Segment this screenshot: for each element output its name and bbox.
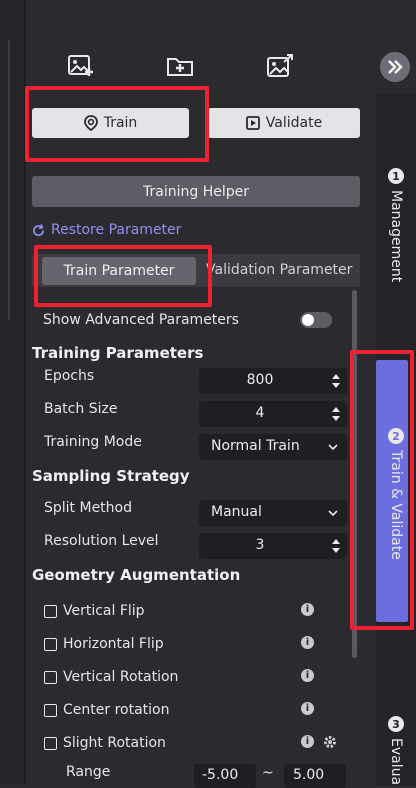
resolution-level-value: 3 xyxy=(255,537,265,553)
gear-icon[interactable] xyxy=(322,734,338,750)
spin-arrows-icon[interactable] xyxy=(331,405,341,423)
split-method-select[interactable]: Manual xyxy=(199,500,347,526)
sampling-strategy-heading: Sampling Strategy xyxy=(32,467,190,485)
expand-panel-button[interactable] xyxy=(380,52,410,82)
spin-arrows-icon[interactable] xyxy=(331,537,341,555)
range-max-input[interactable]: 5.00 xyxy=(284,764,346,788)
horizontal-flip-checkbox[interactable] xyxy=(44,638,57,651)
rail-item-evaluation[interactable]: 3 Evalua xyxy=(376,716,416,785)
range-max-value: 5.00 xyxy=(293,767,325,783)
training-mode-value: Normal Train xyxy=(211,438,300,454)
training-mode-label: Training Mode xyxy=(44,434,142,450)
rail-label: Evalua xyxy=(388,738,404,786)
slight-rotation-checkbox[interactable] xyxy=(44,737,57,750)
tab-label: Validation Parameter xyxy=(206,262,353,278)
resolution-level-label: Resolution Level xyxy=(44,533,159,549)
training-parameters-heading: Training Parameters xyxy=(32,344,204,362)
validate-mode-label: Validate xyxy=(265,115,323,131)
highlight-box-train-validate xyxy=(350,350,414,630)
refresh-icon xyxy=(33,223,44,236)
double-chevron-right-icon xyxy=(388,60,403,74)
highlight-box-train-button xyxy=(25,86,209,162)
batch-size-value: 4 xyxy=(255,405,265,421)
info-icon[interactable]: i xyxy=(301,669,314,682)
validate-icon xyxy=(245,116,260,130)
slight-rotation-label: Slight Rotation xyxy=(63,735,166,751)
range-separator: ~ xyxy=(262,765,274,781)
toggle-knob xyxy=(302,314,314,326)
epochs-value: 800 xyxy=(246,372,274,388)
tab-validation-parameter[interactable]: Validation Parameter xyxy=(206,262,352,278)
vertical-rotation-checkbox[interactable] xyxy=(44,671,57,684)
rail-item-management[interactable]: 1 Management xyxy=(376,168,416,282)
center-rotation-checkbox[interactable] xyxy=(44,704,57,717)
rail-number: 1 xyxy=(388,168,404,184)
left-divider xyxy=(8,40,10,320)
geometry-augmentation-heading: Geometry Augmentation xyxy=(32,566,241,584)
export-image-icon[interactable] xyxy=(266,54,294,78)
epochs-label: Epochs xyxy=(44,368,95,384)
range-min-input[interactable]: -5.00 xyxy=(194,764,256,788)
center-rotation-label: Center rotation xyxy=(63,702,170,718)
info-icon[interactable]: i xyxy=(301,702,314,715)
training-helper-label: Training Helper xyxy=(143,183,249,200)
highlight-box-train-parameter xyxy=(34,245,212,307)
rail-label: Management xyxy=(388,190,404,283)
restore-parameter-label: Restore Parameter xyxy=(51,222,182,238)
chevron-down-icon xyxy=(328,510,338,517)
horizontal-flip-label: Horizontal Flip xyxy=(63,636,164,652)
vertical-flip-label: Vertical Flip xyxy=(63,603,145,619)
training-helper-button[interactable]: Training Helper xyxy=(32,176,360,207)
rail-number: 3 xyxy=(388,716,404,732)
split-method-label: Split Method xyxy=(44,500,132,516)
spin-arrows-icon[interactable] xyxy=(331,372,341,390)
validate-mode-button[interactable]: Validate xyxy=(208,108,360,138)
show-advanced-label: Show Advanced Parameters xyxy=(43,312,239,328)
vertical-flip-checkbox[interactable] xyxy=(44,605,57,618)
range-min-value: -5.00 xyxy=(202,767,239,783)
info-icon[interactable]: i xyxy=(301,735,314,748)
split-method-value: Manual xyxy=(211,504,262,520)
batch-size-label: Batch Size xyxy=(44,401,118,417)
restore-parameter-link[interactable]: Restore Parameter xyxy=(32,222,181,238)
left-panel-strip xyxy=(0,0,24,785)
add-folder-icon[interactable] xyxy=(166,54,194,78)
resolution-level-stepper[interactable]: 3 xyxy=(199,533,347,559)
info-icon[interactable]: i xyxy=(301,636,314,649)
range-label: Range xyxy=(66,764,111,780)
training-mode-select[interactable]: Normal Train xyxy=(199,434,347,460)
batch-size-stepper[interactable]: 4 xyxy=(199,401,347,427)
chevron-down-icon xyxy=(328,444,338,451)
add-image-icon[interactable] xyxy=(67,54,95,78)
vertical-rotation-label: Vertical Rotation xyxy=(63,669,179,685)
info-icon[interactable]: i xyxy=(301,603,314,616)
epochs-stepper[interactable]: 800 xyxy=(199,368,347,394)
